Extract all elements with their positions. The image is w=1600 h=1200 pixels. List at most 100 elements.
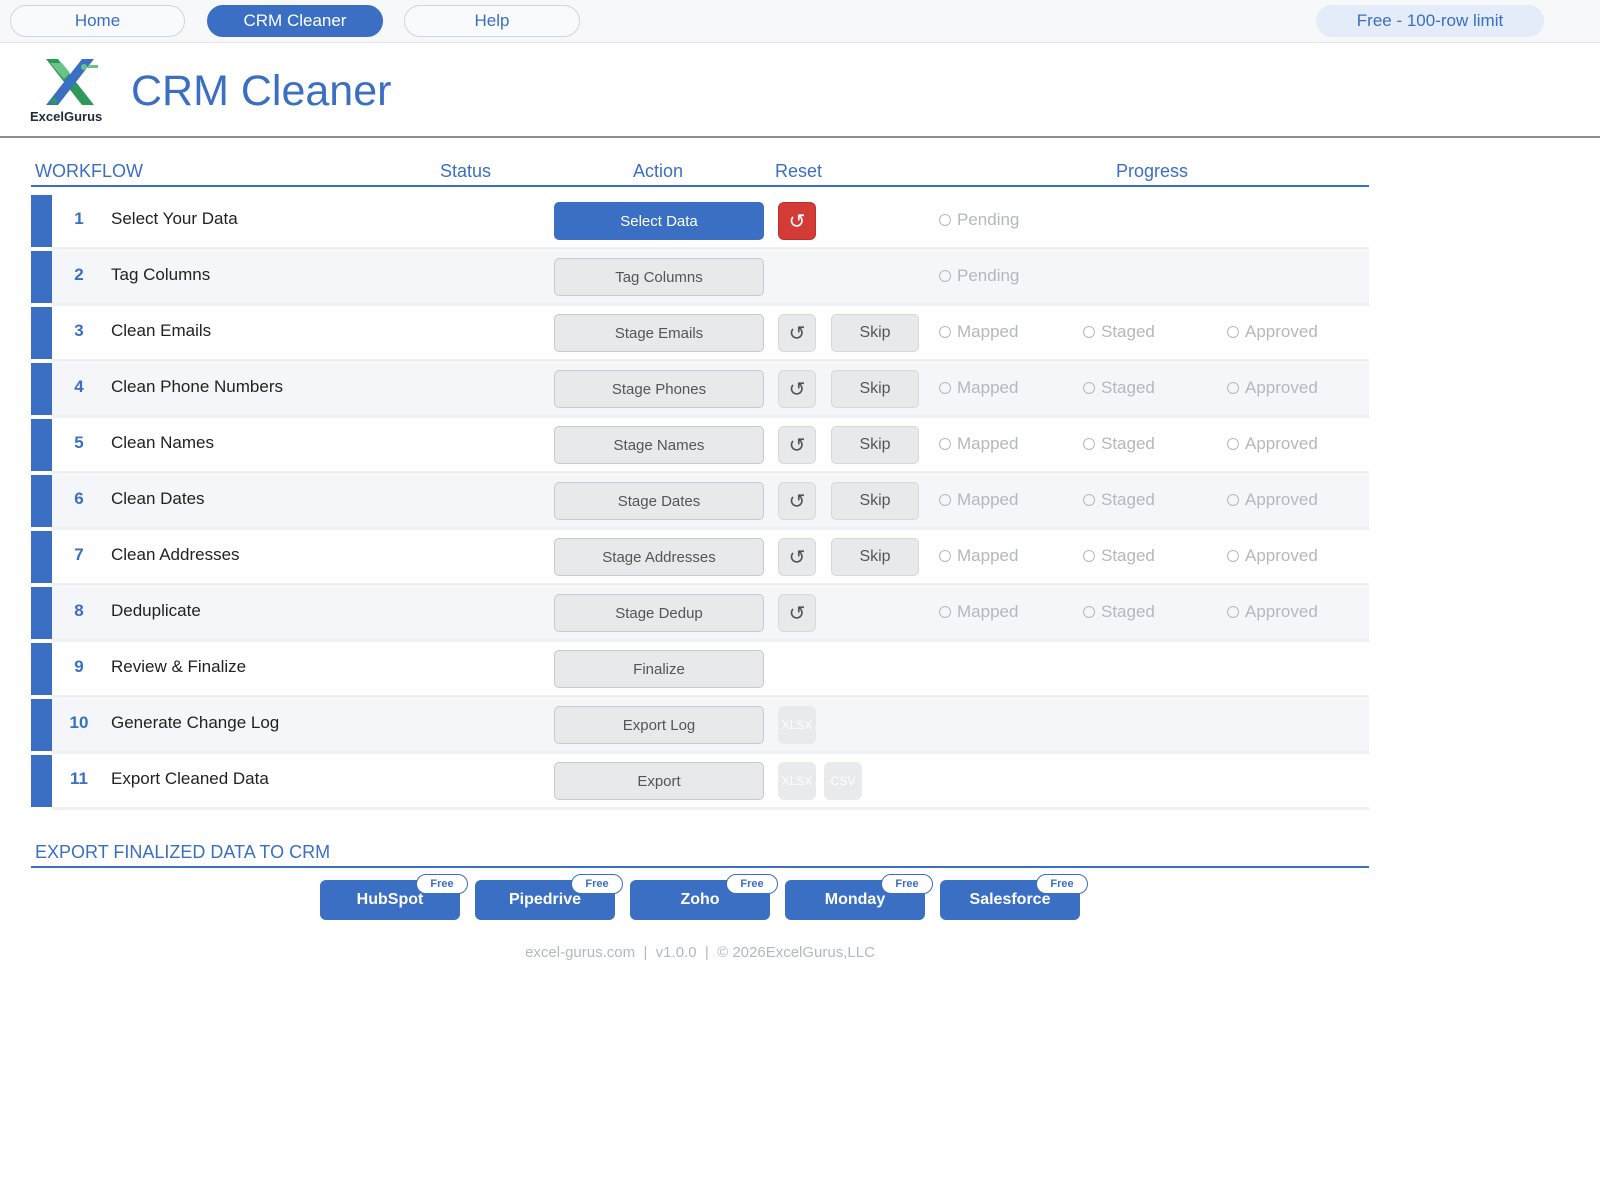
workflow-header: WORKFLOW Status Action Reset Progress [31, 158, 1369, 187]
workflow-row-11: 11 Export Cleaned Data Export XLSX CSV [31, 755, 1369, 810]
skip-button[interactable]: Skip [831, 426, 919, 464]
salesforce-button[interactable]: Salesforce Free [940, 874, 1088, 920]
row-stripe [31, 587, 52, 639]
logo-text: ExcelGurus [30, 109, 103, 124]
workflow-row-3: 3 Clean Emails Stage Emails ↺ Skip Mappe… [31, 307, 1369, 362]
free-badge: Free [416, 874, 468, 894]
hubspot-button[interactable]: HubSpot Free [320, 874, 468, 920]
stage-dedup-button[interactable]: Stage Dedup [554, 594, 764, 632]
reset-icon[interactable]: ↺ [778, 482, 816, 520]
export-section-header: EXPORT FINALIZED DATA TO CRM [31, 840, 1369, 868]
progress-staged: Staged [1083, 546, 1155, 566]
row-stripe [31, 755, 52, 807]
workflow-row-2: 2 Tag Columns Tag Columns Pending [31, 251, 1369, 306]
progress-approved: Approved [1227, 602, 1318, 622]
nav-crm-cleaner-button[interactable]: CRM Cleaner [207, 5, 383, 37]
progress-mapped: Mapped [939, 490, 1018, 510]
reset-icon[interactable]: ↺ [778, 370, 816, 408]
nav-help-button[interactable]: Help [404, 5, 580, 37]
reset-icon[interactable]: ↺ [778, 538, 816, 576]
step-label: Clean Dates [111, 489, 205, 508]
progress-approved: Approved [1227, 434, 1318, 454]
row-stripe [31, 195, 52, 247]
action-column-header: Action [633, 161, 684, 181]
finalize-button[interactable]: Finalize [554, 650, 764, 688]
reset-icon[interactable]: ↺ [778, 202, 816, 240]
reset-icon[interactable]: ↺ [778, 594, 816, 632]
step-number: 6 [74, 489, 84, 508]
reset-icon[interactable]: ↺ [778, 426, 816, 464]
pipedrive-button[interactable]: Pipedrive Free [475, 874, 623, 920]
reset-column-header: Reset [775, 161, 823, 181]
progress-mapped: Mapped [939, 602, 1018, 622]
step-label: Clean Phone Numbers [111, 377, 283, 396]
workflow-row-8: 8 Deduplicate Stage Dedup ↺ Mapped Stage… [31, 587, 1369, 642]
reset-icon[interactable]: ↺ [778, 314, 816, 352]
status-circle-icon [1227, 382, 1239, 394]
progress-mapped: Mapped [939, 546, 1018, 566]
stage-dates-button[interactable]: Stage Dates [554, 482, 764, 520]
page-title: CRM Cleaner [131, 67, 392, 115]
free-badge: Free [726, 874, 778, 894]
progress-pending: Pending [939, 266, 1019, 286]
zoho-button[interactable]: Zoho Free [630, 874, 778, 920]
step-number: 1 [74, 209, 84, 228]
workflow-row-4: 4 Clean Phone Numbers Stage Phones ↺ Ski… [31, 363, 1369, 418]
step-label: Review & Finalize [111, 657, 247, 676]
status-circle-icon [1227, 326, 1239, 338]
stage-emails-button[interactable]: Stage Emails [554, 314, 764, 352]
progress-staged: Staged [1083, 602, 1155, 622]
monday-button[interactable]: Monday Free [785, 874, 933, 920]
step-number: 2 [74, 265, 84, 284]
step-number: 8 [74, 601, 84, 620]
tag-columns-button[interactable]: Tag Columns [554, 258, 764, 296]
xlsx-format-button[interactable]: XLSX [778, 762, 816, 800]
workflow-row-10: 10 Generate Change Log Export Log XLSX [31, 699, 1369, 754]
skip-button[interactable]: Skip [831, 314, 919, 352]
select-data-button[interactable]: Select Data [554, 202, 764, 240]
skip-button[interactable]: Skip [831, 538, 919, 576]
stage-names-button[interactable]: Stage Names [554, 426, 764, 464]
status-circle-icon [1227, 494, 1239, 506]
step-label: Clean Emails [111, 321, 212, 340]
workflow-row-6: 6 Clean Dates Stage Dates ↺ Skip Mapped … [31, 475, 1369, 530]
csv-format-button[interactable]: CSV [824, 762, 862, 800]
step-label: Deduplicate [111, 601, 201, 620]
step-number: 9 [74, 657, 84, 676]
workflow-row-9: 9 Review & Finalize Finalize [31, 643, 1369, 698]
export-button[interactable]: Export [554, 762, 764, 800]
nav-home-button[interactable]: Home [10, 5, 185, 37]
step-number: 10 [69, 713, 89, 732]
status-circle-icon [939, 494, 951, 506]
row-stripe [31, 475, 52, 527]
progress-staged: Staged [1083, 322, 1155, 342]
xlsx-format-button[interactable]: XLSX [778, 706, 816, 744]
step-number: 7 [74, 545, 84, 564]
step-label: Tag Columns [111, 265, 211, 284]
skip-button[interactable]: Skip [831, 370, 919, 408]
progress-column-header: Progress [1116, 161, 1189, 181]
progress-approved: Approved [1227, 546, 1318, 566]
row-stripe [31, 531, 52, 583]
progress-staged: Staged [1083, 490, 1155, 510]
step-number: 4 [74, 377, 84, 396]
status-circle-icon [939, 326, 951, 338]
row-stripe [31, 307, 52, 359]
row-stripe [31, 643, 52, 695]
step-number: 5 [74, 433, 84, 452]
status-circle-icon [939, 550, 951, 562]
skip-button[interactable]: Skip [831, 482, 919, 520]
status-circle-icon [1227, 606, 1239, 618]
status-circle-icon [1083, 606, 1095, 618]
status-circle-icon [1083, 494, 1095, 506]
export-log-button[interactable]: Export Log [554, 706, 764, 744]
progress-staged: Staged [1083, 378, 1155, 398]
step-label: Generate Change Log [111, 713, 280, 732]
stage-phones-button[interactable]: Stage Phones [554, 370, 764, 408]
step-number: 11 [70, 769, 88, 788]
stage-addresses-button[interactable]: Stage Addresses [554, 538, 764, 576]
status-circle-icon [939, 438, 951, 450]
free-badge: Free [881, 874, 933, 894]
free-badge: Free [1036, 874, 1088, 894]
workflow-row-7: 7 Clean Addresses Stage Addresses ↺ Skip… [31, 531, 1369, 586]
